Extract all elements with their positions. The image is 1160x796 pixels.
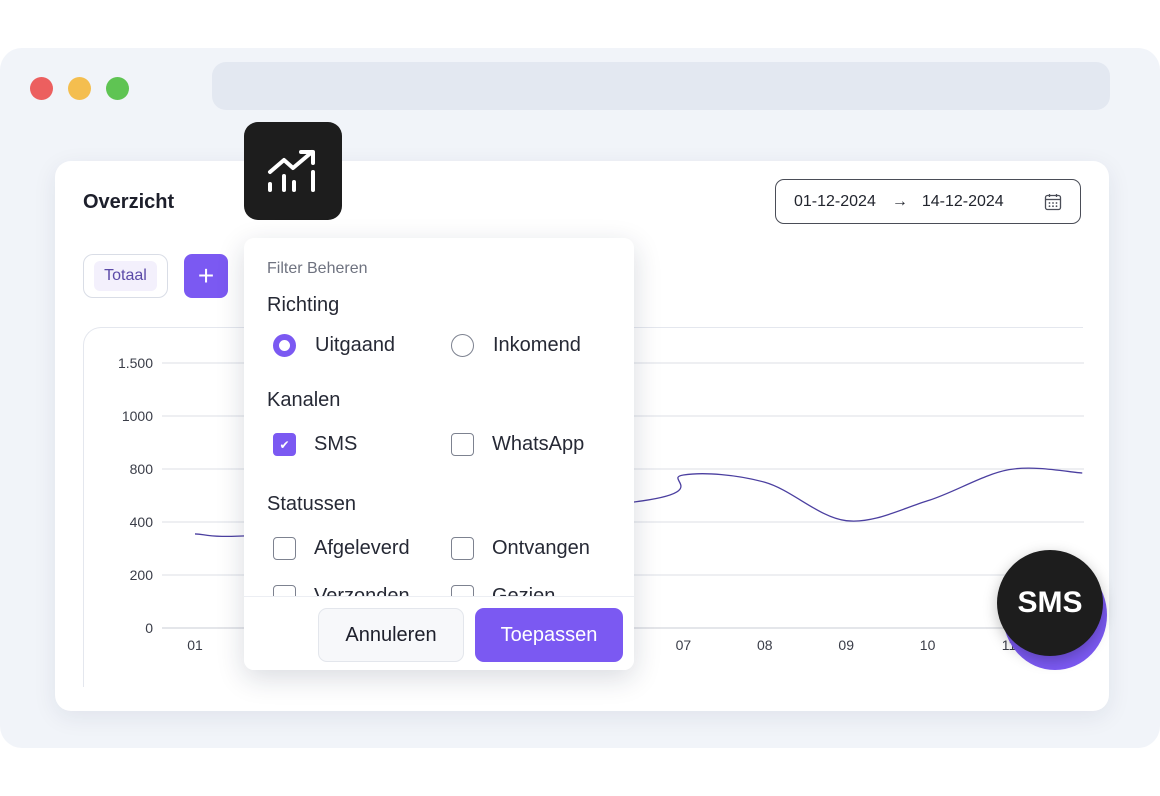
x-tick-label: 10 (920, 637, 936, 653)
checkbox-checked-icon[interactable]: ✔ (273, 433, 296, 456)
minimize-window-dot[interactable] (68, 77, 91, 100)
date-from: 01-12-2024 (794, 192, 876, 210)
afgeleverd-label: Afgeleverd (314, 537, 410, 559)
cancel-button[interactable]: Annuleren (318, 608, 464, 662)
trending-up-icon (268, 150, 315, 192)
checkbox-gezien[interactable]: Gezien (451, 585, 555, 596)
checkbox-unchecked-icon[interactable] (273, 537, 296, 560)
analytics-icon-tile (244, 122, 342, 220)
y-tick-label: 200 (130, 567, 154, 583)
apply-button[interactable]: Toepassen (475, 608, 623, 662)
radio-unselected-icon[interactable] (451, 334, 474, 357)
kanalen-label: Kanalen (267, 389, 341, 411)
checkbox-ontvangen[interactable]: Ontvangen (451, 537, 590, 560)
filter-popup-footer: Annuleren Toepassen (244, 596, 634, 670)
radio-inkomend[interactable]: Inkomend (451, 334, 581, 357)
radio-uitgaand[interactable]: Uitgaand (273, 334, 395, 357)
y-tick-label: 800 (130, 461, 154, 477)
checkbox-unchecked-icon[interactable] (273, 585, 296, 596)
maximize-window-dot[interactable] (106, 77, 129, 100)
checkbox-unchecked-icon[interactable] (451, 585, 474, 596)
add-filter-button[interactable]: + (184, 254, 228, 298)
checkbox-unchecked-icon[interactable] (451, 537, 474, 560)
sms-badge: SMS (997, 550, 1103, 656)
close-window-dot[interactable] (30, 77, 53, 100)
y-tick-label: 400 (130, 514, 154, 530)
total-filter-chip[interactable]: Totaal (83, 254, 168, 298)
inkomend-label: Inkomend (493, 334, 581, 356)
page-title: Overzicht (83, 191, 175, 213)
whatsapp-label: WhatsApp (492, 433, 585, 455)
statussen-label: Statussen (267, 493, 356, 515)
checkbox-unchecked-icon[interactable] (451, 433, 474, 456)
verzonden-label: Verzonden (314, 585, 410, 596)
gezien-label: Gezien (492, 585, 556, 596)
y-tick-label: 1000 (122, 408, 153, 424)
sms-label: SMS (314, 433, 358, 455)
y-tick-label: 0 (145, 620, 153, 636)
checkbox-verzonden[interactable]: Verzonden (273, 585, 410, 596)
x-tick-label: 01 (187, 637, 203, 653)
checkbox-whatsapp[interactable]: WhatsApp (451, 433, 584, 456)
x-tick-label: 09 (838, 637, 854, 653)
x-tick-label: 08 (757, 637, 773, 653)
filter-heading: Filter Beheren (267, 260, 368, 277)
checkbox-afgeleverd[interactable]: Afgeleverd (273, 537, 410, 560)
checkbox-sms[interactable]: ✔ SMS (273, 433, 357, 456)
date-range-picker[interactable]: 01-12-2024 → 14-12-2024 (775, 179, 1081, 224)
uitgaand-label: Uitgaand (315, 334, 396, 356)
total-chip-label: Totaal (94, 261, 157, 291)
ontvangen-label: Ontvangen (492, 537, 590, 559)
address-bar[interactable] (212, 62, 1110, 110)
radio-selected-icon[interactable] (273, 334, 296, 357)
filter-popup-body[interactable]: Filter Beheren Richting Uitgaand Inkomen… (244, 238, 634, 596)
y-tick-label: 1.500 (118, 355, 153, 371)
richting-label: Richting (267, 294, 340, 316)
arrow-right-icon: → (891, 192, 908, 210)
filter-popup: Filter Beheren Richting Uitgaand Inkomen… (244, 238, 634, 670)
date-to: 14-12-2024 (921, 192, 1004, 210)
calendar-icon[interactable] (1044, 193, 1062, 211)
x-tick-label: 07 (676, 637, 692, 653)
